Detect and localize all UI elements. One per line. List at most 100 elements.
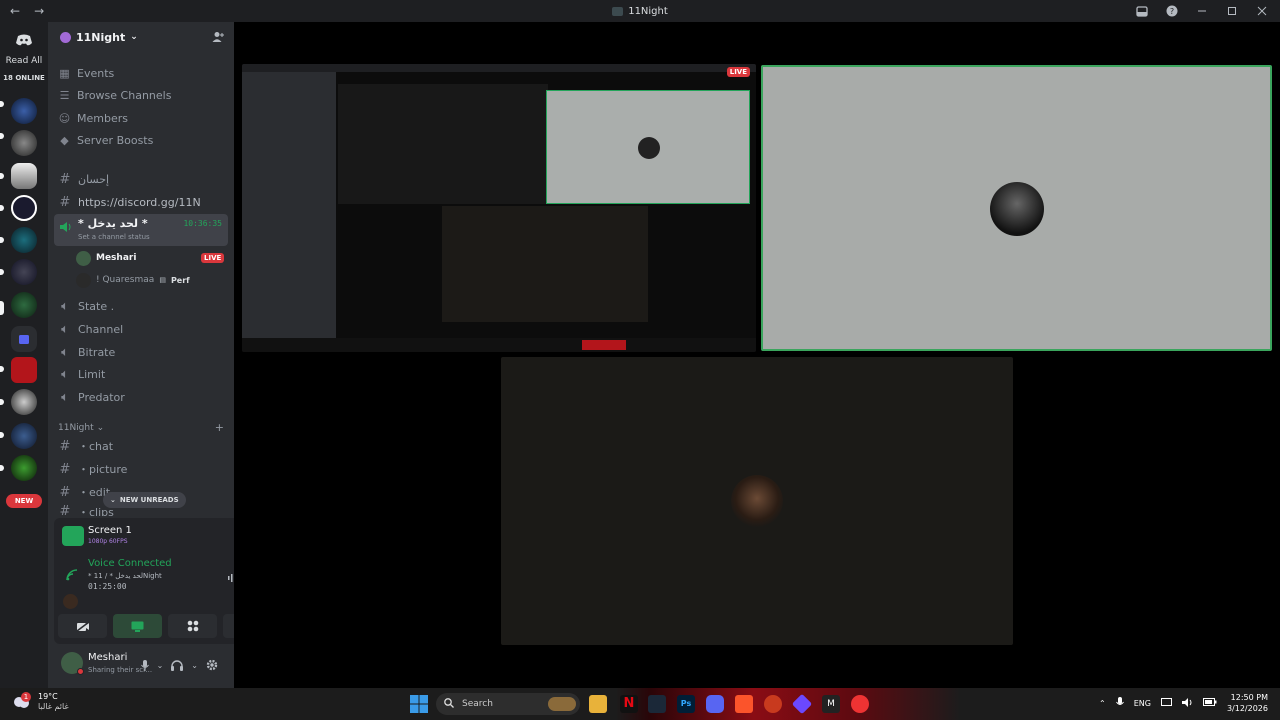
discord-logo-icon bbox=[16, 34, 32, 46]
server-icon-5[interactable] bbox=[11, 227, 37, 253]
headphones-icon[interactable] bbox=[171, 656, 184, 675]
server-icon-2[interactable] bbox=[11, 130, 37, 156]
screen-share-button[interactable] bbox=[113, 614, 162, 638]
server-icon-8[interactable] bbox=[11, 357, 37, 383]
nav-members[interactable]: ☺ Members bbox=[58, 108, 128, 128]
file-explorer-icon[interactable] bbox=[589, 695, 607, 713]
battery-icon[interactable] bbox=[1202, 698, 1217, 708]
voice-channel-channel[interactable]: 🔈︎ Channel bbox=[58, 319, 228, 339]
server-icon-7[interactable] bbox=[11, 292, 37, 318]
nav-server-boosts[interactable]: ◆ Server Boosts bbox=[58, 130, 153, 150]
nav-browse-channels[interactable]: ☰ Browse Channels bbox=[58, 85, 172, 105]
voice-member[interactable]: Meshari LIVE bbox=[76, 249, 225, 267]
channel-label: State . bbox=[78, 299, 115, 313]
screen-stream-tile[interactable]: LIVE bbox=[242, 64, 756, 352]
participant-tile-camera[interactable] bbox=[501, 357, 1013, 645]
search-icon bbox=[444, 697, 454, 711]
server-icon-4[interactable] bbox=[11, 195, 37, 221]
channel-invite-link[interactable]: # https://discord.gg/11N bbox=[58, 192, 228, 212]
voice-channel-predator[interactable]: 🔈︎ Predator bbox=[58, 387, 228, 407]
mail-app-icon[interactable]: M bbox=[822, 695, 840, 713]
live-badge: LIVE bbox=[201, 253, 225, 263]
add-channel-icon[interactable]: + bbox=[215, 421, 224, 434]
voice-connected-status[interactable]: Voice Connected bbox=[88, 558, 172, 569]
chevron-down-icon: ⌄ bbox=[110, 496, 116, 504]
close-icon[interactable] bbox=[1254, 3, 1270, 19]
nav-events[interactable]: ▦ Events bbox=[58, 63, 114, 83]
microphone-icon[interactable] bbox=[140, 656, 149, 675]
hash-icon: # bbox=[59, 194, 71, 210]
invite-user-icon[interactable] bbox=[212, 31, 224, 45]
game-app-icon[interactable] bbox=[764, 695, 782, 713]
netflix-icon[interactable]: N bbox=[620, 695, 638, 713]
signal-icon bbox=[66, 566, 78, 585]
voice-channel-limit[interactable]: 🔈︎ Limit bbox=[58, 364, 228, 384]
voice-channel-bitrate[interactable]: 🔈︎ Bitrate bbox=[58, 342, 228, 362]
home-button[interactable] bbox=[10, 26, 38, 54]
inbox-icon[interactable] bbox=[1134, 3, 1150, 19]
server-icon-1[interactable] bbox=[11, 98, 37, 124]
text-channel-chat[interactable]: # ・chat bbox=[58, 436, 228, 456]
server-folder[interactable] bbox=[11, 326, 37, 352]
chevron-up-icon[interactable]: ⌃ bbox=[1099, 699, 1106, 708]
speaker-icon: 🔈︎ bbox=[61, 344, 69, 360]
text-channel-picture[interactable]: # ・picture bbox=[58, 459, 228, 479]
discord-icon[interactable] bbox=[706, 695, 724, 713]
microphone-tray-icon[interactable] bbox=[1115, 696, 1124, 710]
clock[interactable]: 12:50 PM 3/12/2026 bbox=[1227, 692, 1268, 714]
participant-tile-selected[interactable] bbox=[761, 65, 1272, 351]
tag-icon: ▤ bbox=[159, 276, 166, 284]
server-icon-10[interactable] bbox=[11, 423, 37, 449]
member-tag: Perf bbox=[170, 275, 190, 285]
weather-widget[interactable]: 1 19°C غائم غالبا bbox=[12, 692, 69, 712]
unread-pip bbox=[0, 133, 4, 139]
window-title: 11Night bbox=[0, 6, 1280, 17]
channel-ihsan[interactable]: # إحسان bbox=[58, 169, 228, 189]
back-button[interactable]: ← bbox=[10, 4, 20, 18]
nav-label: Browse Channels bbox=[77, 88, 172, 102]
forward-button[interactable]: → bbox=[34, 4, 44, 18]
minimize-icon[interactable] bbox=[1194, 3, 1210, 19]
category-header[interactable]: 11Night ⌄ + bbox=[58, 421, 224, 434]
maximize-icon[interactable] bbox=[1224, 3, 1240, 19]
activities-icon bbox=[187, 620, 198, 632]
activities-button[interactable] bbox=[168, 614, 217, 638]
chevron-down-icon[interactable]: ⌄ bbox=[191, 661, 198, 670]
photoshop-icon[interactable]: Ps bbox=[677, 695, 695, 713]
screen-title: Screen 1 bbox=[88, 525, 132, 536]
settings-gear-icon[interactable] bbox=[206, 656, 218, 675]
nav-label: Events bbox=[77, 66, 115, 80]
chevron-down-icon[interactable]: ⌄ bbox=[157, 661, 164, 670]
server-icon-6[interactable] bbox=[11, 259, 37, 285]
taskbar-search[interactable]: Search bbox=[436, 693, 580, 715]
speaker-icon bbox=[59, 218, 72, 237]
read-all-button[interactable]: Read All bbox=[0, 56, 48, 66]
windows-start-icon[interactable] bbox=[410, 695, 428, 717]
soundboard-button[interactable] bbox=[223, 614, 234, 638]
help-icon[interactable]: ? bbox=[1164, 3, 1180, 19]
active-voice-channel[interactable]: * لحد يدخل * Set a channel status 10:36:… bbox=[54, 214, 228, 246]
voice-member[interactable]: ! Quaresmaa ▤ Perf bbox=[76, 271, 190, 289]
new-unreads-button[interactable]: ⌄ NEW UNREADS bbox=[103, 492, 186, 508]
notification-badge: 1 bbox=[21, 692, 31, 702]
voice-channel-state[interactable]: 🔈︎ State . bbox=[58, 296, 228, 316]
status-dot bbox=[77, 668, 84, 675]
server-icon-11[interactable] bbox=[11, 455, 37, 481]
server-icon-9[interactable] bbox=[11, 389, 37, 415]
server-header[interactable]: 11Night ⌄ bbox=[48, 22, 234, 52]
camera-off-button[interactable] bbox=[58, 614, 107, 638]
server-icon-3[interactable] bbox=[11, 163, 37, 189]
channel-label: Limit bbox=[78, 367, 106, 381]
display-icon[interactable] bbox=[1160, 697, 1172, 709]
language-indicator[interactable]: ENG bbox=[1134, 699, 1151, 708]
folder-icon bbox=[19, 334, 29, 344]
powerpoint-icon[interactable] bbox=[851, 695, 869, 713]
taskbar: 1 19°C غائم غالبا Search N Ps M ⌃ ENG 12… bbox=[0, 688, 1280, 720]
category-label: 11Night bbox=[58, 422, 94, 433]
new-unreads-pill[interactable]: NEW bbox=[6, 494, 42, 508]
channel-status[interactable]: Set a channel status bbox=[78, 233, 150, 241]
steam-icon[interactable] bbox=[648, 695, 666, 713]
brave-icon[interactable] bbox=[735, 695, 753, 713]
speaker-icon: 🔈︎ bbox=[61, 366, 69, 382]
volume-icon[interactable] bbox=[1181, 697, 1193, 709]
